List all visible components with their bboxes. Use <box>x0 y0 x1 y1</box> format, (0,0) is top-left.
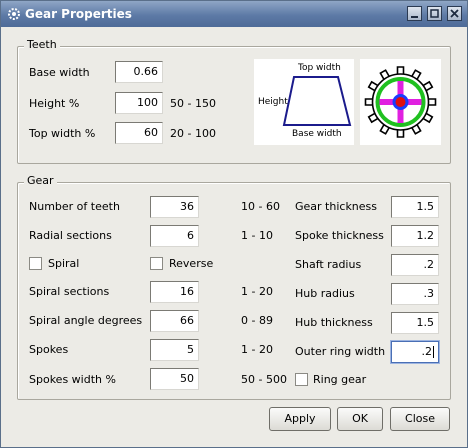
hub-thickness-label: Hub thickness <box>295 316 373 329</box>
number-of-teeth-field[interactable]: 36 <box>150 196 199 218</box>
radial-sections-field[interactable]: 6 <box>150 225 199 247</box>
gear-properties-window: Gear Properties Teeth Base width 0.66 He… <box>0 0 468 448</box>
spiral-label[interactable]: Spiral <box>48 257 79 270</box>
top-width-field[interactable]: 60 <box>115 122 163 144</box>
ok-button[interactable]: OK <box>337 407 383 431</box>
spokes-label: Spokes <box>29 343 69 356</box>
ring-gear-label[interactable]: Ring gear <box>313 373 366 386</box>
close-window-button[interactable] <box>447 6 462 21</box>
text-cursor <box>433 346 434 358</box>
spiral-checkbox[interactable] <box>29 257 42 270</box>
close-button[interactable]: Close <box>390 407 450 431</box>
reverse-checkbox[interactable] <box>150 257 163 270</box>
gear-thickness-label: Gear thickness <box>295 200 378 213</box>
shaft-radius-label: Shaft radius <box>295 258 362 271</box>
spiral-sections-field[interactable]: 16 <box>150 281 199 303</box>
diagram-base-width-label: Base width <box>292 129 342 139</box>
title-bar[interactable]: Gear Properties <box>1 1 467 27</box>
top-width-range: 20 - 100 <box>170 127 216 140</box>
gear-preview <box>360 59 441 145</box>
reverse-label[interactable]: Reverse <box>169 257 213 270</box>
spiral-angle-label: Spiral angle degrees <box>29 314 143 327</box>
spiral-angle-range: 0 - 89 <box>241 314 273 327</box>
spokes-field[interactable]: 5 <box>150 339 199 361</box>
diagram-top-width-label: Top width <box>298 63 341 73</box>
gear-thickness-field[interactable]: 1.5 <box>391 196 439 218</box>
number-of-teeth-range: 10 - 60 <box>241 200 280 213</box>
apply-button[interactable]: Apply <box>269 407 331 431</box>
app-gear-icon <box>8 8 20 20</box>
spiral-angle-field[interactable]: 66 <box>150 310 199 332</box>
spoke-thickness-field[interactable]: 1.2 <box>391 225 439 247</box>
radial-sections-range: 1 - 10 <box>241 229 273 242</box>
maximize-button[interactable] <box>427 6 442 21</box>
minimize-button[interactable] <box>407 6 422 21</box>
diagram-height-label: Height <box>258 97 288 107</box>
spokes-range: 1 - 20 <box>241 343 273 356</box>
teeth-group-title: Teeth <box>24 38 60 51</box>
close-icon <box>450 9 459 18</box>
spokes-width-field[interactable]: 50 <box>150 368 199 390</box>
hub-thickness-field[interactable]: 1.5 <box>391 312 439 334</box>
height-pct-range: 50 - 150 <box>170 97 216 110</box>
hub-radius-field[interactable]: .3 <box>391 283 439 305</box>
window-title: Gear Properties <box>25 7 132 21</box>
height-pct-label: Height % <box>29 97 80 110</box>
spokes-width-label: Spokes width % <box>29 373 116 386</box>
shaft-radius-field[interactable]: .2 <box>391 254 439 276</box>
spoke-thickness-label: Spoke thickness <box>295 229 384 242</box>
outer-ring-width-value: .2 <box>421 345 433 358</box>
outer-ring-width-field[interactable]: .2 <box>391 341 439 363</box>
height-pct-field[interactable]: 100 <box>115 92 163 114</box>
radial-sections-label: Radial sections <box>29 229 112 242</box>
spokes-width-range: 50 - 500 <box>241 373 287 386</box>
outer-ring-width-label: Outer ring width <box>295 345 386 358</box>
spiral-sections-label: Spiral sections <box>29 285 110 298</box>
hub-radius-label: Hub radius <box>295 287 355 300</box>
base-width-field[interactable]: 0.66 <box>115 61 163 83</box>
tooth-shape-diagram: Top width Height Base width <box>254 59 354 145</box>
spiral-sections-range: 1 - 20 <box>241 285 273 298</box>
gear-preview-icon <box>364 66 437 138</box>
number-of-teeth-label: Number of teeth <box>29 200 120 213</box>
minimize-icon <box>411 16 418 18</box>
top-width-label: Top width % <box>29 127 96 140</box>
base-width-label: Base width <box>29 66 90 79</box>
gear-group-title: Gear <box>24 174 57 187</box>
maximize-icon <box>430 9 439 18</box>
ring-gear-checkbox[interactable] <box>295 373 308 386</box>
